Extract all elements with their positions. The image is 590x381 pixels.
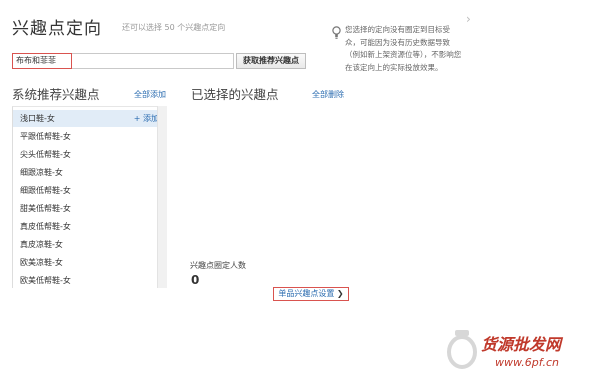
selected-section-title: 已选择的兴趣点 [191, 87, 279, 102]
watermark-logo: 货源批发网 www.6pf.cn [447, 330, 564, 369]
notice-text: 您选择的定向没有圈定到目标受众，可能因为没有历史数据导致（例如新上架资源位等），… [345, 25, 462, 72]
list-item[interactable]: 真皮凉鞋-女 [13, 236, 157, 253]
watermark-url-text: www.6pf.cn [495, 356, 559, 369]
add-item-link[interactable]: + 添加 [134, 110, 159, 127]
list-item[interactable]: 欧美凉鞋-女 [13, 254, 157, 271]
fixed-audience-label: 兴趣点圈定人数 [190, 261, 246, 270]
fixed-audience-count: 0 [191, 273, 200, 287]
watermark-brand-text: 货源批发网 [481, 335, 564, 354]
lightbulb-icon [332, 26, 341, 39]
remaining-count-text: 还可以选择 50 个兴趣点定向 [122, 23, 226, 32]
item-interest-settings-button[interactable]: 单品兴趣点设置 ❯ [273, 287, 349, 301]
fetch-recommendations-button[interactable]: 获取推荐兴趣点 [236, 53, 306, 69]
list-item[interactable]: 细跟凉鞋-女 [13, 164, 157, 181]
settings-button-label: 单品兴趣点设置 [278, 289, 335, 298]
list-item[interactable]: 浅口鞋-女 + 添加 [13, 110, 159, 127]
chevron-right-icon[interactable]: › [466, 12, 471, 26]
page-title: 兴趣点定向 [12, 19, 102, 39]
recommended-section-title: 系统推荐兴趣点 [12, 87, 100, 102]
list-item-label: 浅口鞋-女 [20, 114, 55, 123]
recommended-list: 浅口鞋-女 + 添加 平跟低帮鞋-女 尖头低帮鞋-女 细跟凉鞋-女 细跟低帮鞋-… [12, 106, 166, 288]
list-item[interactable]: 尖头低帮鞋-女 [13, 146, 157, 163]
list-scrollbar[interactable] [157, 106, 167, 288]
list-item[interactable]: 欧美低帮鞋-女 [13, 272, 157, 288]
list-item[interactable]: 真皮低帮鞋-女 [13, 218, 157, 235]
keyword-value-highlighted[interactable]: 布布和菲菲 [12, 53, 72, 69]
add-all-link[interactable]: 全部添加 [134, 89, 166, 100]
list-item[interactable]: 平跟低帮鞋-女 [13, 128, 157, 145]
list-item[interactable]: 甜美低帮鞋-女 [13, 200, 157, 217]
delete-all-link[interactable]: 全部删除 [312, 89, 344, 100]
chevron-right-icon: ❯ [336, 289, 344, 298]
list-item[interactable]: 细跟低帮鞋-女 [13, 182, 157, 199]
